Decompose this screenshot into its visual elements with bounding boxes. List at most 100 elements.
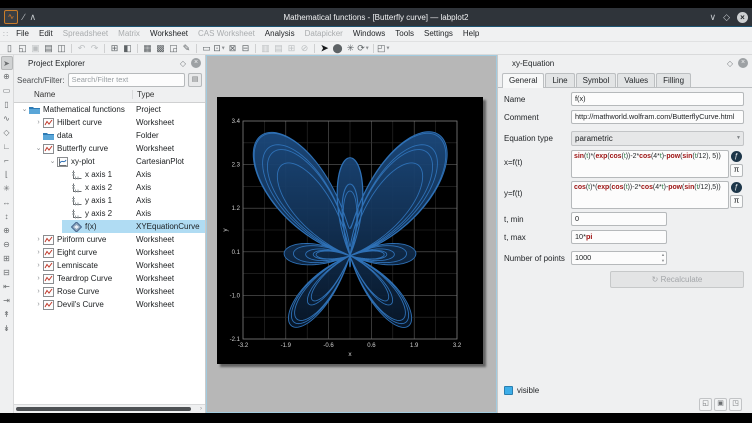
tree-row-data[interactable]: dataFolder xyxy=(14,129,205,142)
print-icon[interactable]: ▤ xyxy=(42,42,55,54)
shift-down-icon[interactable]: ↡ xyxy=(1,322,13,336)
expander-icon[interactable]: ⌄ xyxy=(20,103,29,116)
zoom-select-y-icon[interactable]: ⊟ xyxy=(1,266,13,280)
select-mode-icon[interactable]: ➤ xyxy=(318,42,331,54)
menu-windows[interactable]: Windows xyxy=(348,27,390,41)
t-max-field[interactable]: 10*pi xyxy=(571,230,667,244)
tree-row-f-x[interactable]: f(x)XYEquationCurve xyxy=(14,220,205,233)
x-equation-field[interactable]: sin(t)*(exp(cos(t))-2*cos(4*t)-pow(sin(t… xyxy=(571,150,729,178)
tab-filling[interactable]: Filling xyxy=(656,73,691,87)
tree-row-xy-plot[interactable]: ⌄xy-plotCartesianPlot xyxy=(14,155,205,168)
filter-options-icon[interactable]: ▤ xyxy=(188,73,202,87)
expander-icon[interactable]: ⌄ xyxy=(48,155,57,168)
number-of-points-stepper[interactable]: 1000▲▼ xyxy=(571,251,667,265)
equation-type-select[interactable]: parametric▼ xyxy=(571,131,744,146)
butterfly-plot[interactable]: 3.42.31.20.1-1.0-2.1-3.2-1.9-0.60.61.93.… xyxy=(217,97,483,364)
tree-row-piriform-curve[interactable]: ›Piriform curveWorksheet xyxy=(14,233,205,246)
apply-template-icon[interactable]: ◳ xyxy=(729,398,742,411)
menu-file[interactable]: File xyxy=(11,27,34,41)
constants-button[interactable]: π xyxy=(730,164,743,177)
new-text-label-icon[interactable]: ▭ xyxy=(200,42,213,54)
load-template-icon[interactable]: ◱ xyxy=(699,398,712,411)
visible-checkbox[interactable] xyxy=(504,386,513,395)
save-template-icon[interactable]: ▣ xyxy=(714,398,727,411)
maximize-button[interactable]: ◇ xyxy=(723,11,730,23)
auto-scale-y-icon[interactable]: ↕ xyxy=(1,210,13,224)
close-panel-icon[interactable]: × xyxy=(738,58,748,68)
tab-symbol[interactable]: Symbol xyxy=(576,73,617,87)
menu-analysis[interactable]: Analysis xyxy=(260,27,300,41)
menu-settings[interactable]: Settings xyxy=(419,27,458,41)
new-spreadsheet-icon[interactable]: ▦ xyxy=(141,42,154,54)
y-equation-field[interactable]: cos(t)*(exp(cos(t))-2*cos(4*t)-pow(sin(t… xyxy=(571,181,729,209)
menu-worksheet[interactable]: Worksheet xyxy=(145,27,193,41)
menu-edit[interactable]: Edit xyxy=(34,27,58,41)
scrollbar-thumb[interactable] xyxy=(16,407,191,411)
menu-help[interactable]: Help xyxy=(458,27,484,41)
expander-icon[interactable]: ⌄ xyxy=(34,142,43,155)
new-image-icon[interactable]: ⊡▼ xyxy=(213,42,226,55)
axis-both-icon[interactable]: ∟ xyxy=(1,140,13,154)
zoom-in-icon[interactable]: ⊕ xyxy=(1,224,13,238)
xy-curve-icon[interactable]: ∿ xyxy=(1,112,13,126)
new-worksheet-icon[interactable]: ◲ xyxy=(167,42,180,54)
minimize-button[interactable]: ∨ xyxy=(709,11,716,23)
zoom-mode-icon[interactable]: ✳ xyxy=(344,42,357,54)
pointer-icon[interactable]: ➤ xyxy=(1,56,13,70)
new-note-icon[interactable]: ✎ xyxy=(180,42,193,54)
search-input[interactable]: Search/Filter text xyxy=(68,73,185,87)
fit-page-icon[interactable]: ⊟ xyxy=(239,42,252,54)
new-folder-icon[interactable]: ⊞ xyxy=(108,42,121,54)
explorer-horizontal-scrollbar[interactable]: › xyxy=(14,404,205,413)
expander-icon[interactable]: › xyxy=(34,285,43,298)
zoom-out-icon[interactable]: ⊖ xyxy=(1,238,13,252)
tree-row-rose-curve[interactable]: ›Rose CurveWorksheet xyxy=(14,285,205,298)
navigate-mode-icon[interactable]: ⟳▼ xyxy=(357,42,370,55)
image-icon[interactable]: ▯ xyxy=(1,98,13,112)
axis-horizontal-icon[interactable]: ⌐ xyxy=(1,154,13,168)
menu-tools[interactable]: Tools xyxy=(390,27,419,41)
auto-scale-x-icon[interactable]: ↔ xyxy=(1,196,13,210)
expander-icon[interactable]: › xyxy=(34,298,43,311)
functions-button[interactable]: ƒ xyxy=(731,182,742,193)
float-panel-icon[interactable]: ◇ xyxy=(727,59,733,68)
tab-values[interactable]: Values xyxy=(617,73,655,87)
menubar-handle[interactable]: ∷ xyxy=(0,30,11,39)
t-min-field[interactable]: 0 xyxy=(571,212,667,226)
tree-row-mathematical-functions[interactable]: ⌄Mathematical functionsProject xyxy=(14,103,205,116)
auto-scale-icon[interactable]: ✳ xyxy=(1,182,13,196)
new-matrix-icon[interactable]: ▩ xyxy=(154,42,167,54)
functions-button[interactable]: ƒ xyxy=(731,151,742,162)
float-panel-icon[interactable]: ◇ xyxy=(180,59,186,68)
tree-row-teardrop-curve[interactable]: ›Teardrop CurveWorksheet xyxy=(14,272,205,285)
open-project-icon[interactable]: ◱ xyxy=(16,42,29,54)
expander-icon[interactable]: › xyxy=(34,259,43,272)
tree-row-butterfly-curve[interactable]: ⌄Butterfly curveWorksheet xyxy=(14,142,205,155)
name-field[interactable]: f(x) xyxy=(571,92,744,106)
expander-icon[interactable]: › xyxy=(34,116,43,129)
custom-point-icon[interactable]: ◇ xyxy=(1,126,13,140)
new-plot-icon[interactable]: ⊠ xyxy=(226,42,239,54)
close-button[interactable]: × xyxy=(737,12,748,23)
tree-row-lemniscate[interactable]: ›LemniscateWorksheet xyxy=(14,259,205,272)
crosshair-icon[interactable]: ⊕ xyxy=(1,70,13,84)
magnifier-icon[interactable]: ⬤ xyxy=(331,42,344,54)
tree-row-y-axis-2[interactable]: y axis 2Axis xyxy=(14,207,205,220)
tree-row-eight-curve[interactable]: ›Eight curveWorksheet xyxy=(14,246,205,259)
shift-up-icon[interactable]: ↟ xyxy=(1,308,13,322)
tree-row-x-axis-2[interactable]: x axis 2Axis xyxy=(14,181,205,194)
tree-row-y-axis-1[interactable]: y axis 1Axis xyxy=(14,194,205,207)
tree-row-devil-s-curve[interactable]: ›Devil's CurveWorksheet xyxy=(14,298,205,311)
tree-row-hilbert-curve[interactable]: ›Hilbert curveWorksheet xyxy=(14,116,205,129)
tree-row-x-axis-1[interactable]: x axis 1Axis xyxy=(14,168,205,181)
zoom-select-x-icon[interactable]: ⊞ xyxy=(1,252,13,266)
new-project-icon[interactable]: ▯ xyxy=(3,42,16,54)
shift-left-icon[interactable]: ⇤ xyxy=(1,280,13,294)
comment-field[interactable]: http://mathworld.wolfram.com/ButterflyCu… xyxy=(571,110,744,124)
expander-icon[interactable]: › xyxy=(34,233,43,246)
tab-line[interactable]: Line xyxy=(545,73,574,87)
shift-right-icon[interactable]: ⇥ xyxy=(1,294,13,308)
axis-vertical-icon[interactable]: ⌊ xyxy=(1,168,13,182)
expander-icon[interactable]: › xyxy=(34,272,43,285)
text-label-icon[interactable]: ▭ xyxy=(1,84,13,98)
